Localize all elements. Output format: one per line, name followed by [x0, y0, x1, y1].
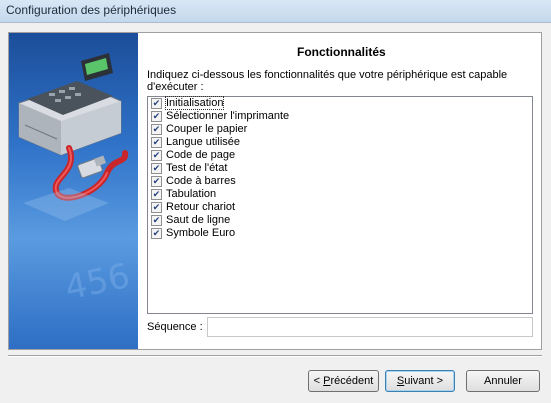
feature-checkbox[interactable]: ✔ [151, 124, 162, 135]
checkmark-icon: ✔ [152, 137, 161, 147]
previous-mnemonic: P [323, 375, 331, 387]
checkmark-icon: ✔ [152, 98, 161, 108]
feature-label: Symbole Euro [166, 227, 236, 239]
feature-label: Code à barres [166, 175, 236, 187]
separator [8, 355, 542, 357]
feature-checkbox[interactable]: ✔ [151, 215, 162, 226]
sequence-label: Séquence : [147, 321, 203, 333]
next-label: uivant > [404, 375, 444, 387]
checkmark-icon: ✔ [152, 189, 161, 199]
feature-label: Test de l'état [166, 162, 228, 174]
feature-checkbox[interactable]: ✔ [151, 163, 162, 174]
feature-label: Tabulation [166, 188, 217, 200]
feature-label: Code de page [166, 149, 236, 161]
feature-item[interactable]: ✔ Tabulation [148, 188, 532, 201]
checkmark-icon: ✔ [152, 150, 161, 160]
feature-checkbox[interactable]: ✔ [151, 202, 162, 213]
checkmark-icon: ✔ [152, 176, 161, 186]
section-heading: Fonctionnalités [297, 45, 386, 59]
window-title: Configuration des périphériques [6, 3, 177, 17]
cash-register-cable-icon: 456 [18, 53, 134, 309]
feature-checkbox[interactable]: ✔ [151, 137, 162, 148]
feature-label: Initialisation [164, 96, 225, 110]
feature-item[interactable]: ✔ Couper le papier [148, 123, 532, 136]
checkmark-icon: ✔ [152, 202, 161, 212]
wizard-panel: 456 Fonctionnalités Indiquez ci-dessous … [8, 32, 542, 350]
checkmark-icon: ✔ [152, 111, 161, 121]
feature-label: Couper le papier [166, 123, 248, 135]
feature-item[interactable]: ✔ Symbole Euro [148, 227, 532, 240]
cancel-button[interactable]: Annuler [466, 370, 540, 392]
feature-label: Sélectionner l'imprimante [166, 110, 290, 122]
feature-checklist[interactable]: ✔ Initialisation ✔ Sélectionner l'imprimant… [147, 96, 533, 314]
next-button[interactable]: Suivant > [385, 370, 455, 392]
feature-item[interactable]: ✔ Saut de ligne [148, 214, 532, 227]
banner-image: 456 [9, 33, 138, 349]
instructions-text: Indiquez ci-dessous les fonctionnalités … [147, 69, 508, 93]
feature-item[interactable]: ✔ Retour chariot [148, 201, 532, 214]
previous-prefix: < [313, 375, 324, 387]
feature-checkbox[interactable]: ✔ [151, 228, 162, 239]
feature-label: Langue utilisée [166, 136, 241, 148]
previous-button[interactable]: < Précédent [308, 370, 379, 392]
feature-item[interactable]: ✔ Code à barres [148, 175, 532, 188]
feature-item[interactable]: ✔ Initialisation [148, 96, 532, 110]
feature-checkbox[interactable]: ✔ [151, 98, 162, 109]
feature-item[interactable]: ✔ Test de l'état [148, 162, 532, 175]
checkmark-icon: ✔ [152, 228, 161, 238]
feature-checkbox[interactable]: ✔ [151, 111, 162, 122]
previous-label: récédent [330, 375, 374, 387]
feature-item[interactable]: ✔ Langue utilisée [148, 136, 532, 149]
feature-label: Saut de ligne [166, 214, 231, 226]
feature-checkbox[interactable]: ✔ [151, 150, 162, 161]
checkmark-icon: ✔ [152, 215, 161, 225]
title-bar[interactable]: Configuration des périphériques [0, 0, 551, 22]
checkmark-icon: ✔ [152, 124, 161, 134]
feature-item[interactable]: ✔ Code de page [148, 149, 532, 162]
checkmark-icon: ✔ [152, 163, 161, 173]
feature-label: Retour chariot [166, 201, 236, 213]
feature-checkbox[interactable]: ✔ [151, 176, 162, 187]
feature-checkbox[interactable]: ✔ [151, 189, 162, 200]
feature-item[interactable]: ✔ Sélectionner l'imprimante [148, 110, 532, 123]
sequence-input[interactable] [207, 317, 533, 337]
dialog-window: 456 Fonctionnalités Indiquez ci-dessous … [0, 22, 551, 403]
svg-text:456: 456 [62, 256, 134, 309]
